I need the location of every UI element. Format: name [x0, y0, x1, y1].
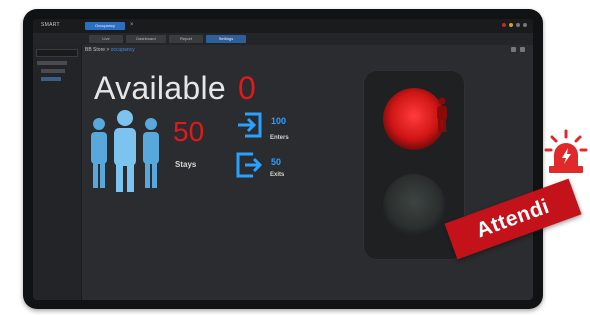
- exit-icon: [236, 152, 263, 178]
- alarm-icon: [544, 129, 588, 173]
- green-lamp-off: [383, 174, 445, 236]
- top-status-icons: [502, 23, 527, 27]
- toolbar-icons: [511, 47, 525, 52]
- breadcrumb-root[interactable]: BB Store: [85, 47, 105, 53]
- tree-panel: [33, 45, 82, 300]
- breadcrumb: BB Store > occupancy: [85, 47, 135, 53]
- tab-close-button[interactable]: ×: [130, 22, 137, 29]
- people-icon: [91, 110, 159, 192]
- breadcrumb-link[interactable]: occupancy: [111, 47, 135, 53]
- subtab-live[interactable]: Live: [89, 35, 123, 43]
- exits-count: 50: [271, 157, 282, 167]
- tree-item[interactable]: [37, 61, 67, 65]
- subtab-settings[interactable]: Settings: [206, 35, 246, 43]
- tree-item-selected[interactable]: [41, 77, 61, 81]
- enters-label: Enters: [270, 135, 289, 141]
- tab-occupancy[interactable]: Occupancy: [85, 22, 125, 30]
- tree-search-input[interactable]: [36, 49, 78, 57]
- available-label: Available: [94, 70, 226, 106]
- app-logo: SMART: [41, 22, 60, 28]
- top-bar: SMART Occupancy ×: [33, 19, 533, 33]
- subtab-report[interactable]: Report: [169, 35, 203, 43]
- exits-label: Exits: [270, 172, 285, 178]
- user-icon[interactable]: [523, 23, 527, 27]
- tree-item[interactable]: [41, 69, 65, 73]
- edit-icon[interactable]: [511, 47, 516, 52]
- stays-count: 50: [173, 116, 205, 147]
- enter-icon: [238, 112, 262, 138]
- gear-icon[interactable]: [520, 47, 525, 52]
- breadcrumb-separator: >: [106, 47, 110, 53]
- sub-toolbar: Live Dashboard Report Settings: [33, 33, 533, 45]
- available-count: 0: [238, 70, 256, 106]
- alert-icon[interactable]: [502, 23, 506, 27]
- warning-icon[interactable]: [509, 23, 513, 27]
- enters-count: 100: [271, 116, 287, 126]
- settings-icon[interactable]: [516, 23, 520, 27]
- person-icon: [437, 97, 447, 132]
- stays-label: Stays: [175, 160, 197, 169]
- subtab-dashboard[interactable]: Dashboard: [126, 35, 166, 43]
